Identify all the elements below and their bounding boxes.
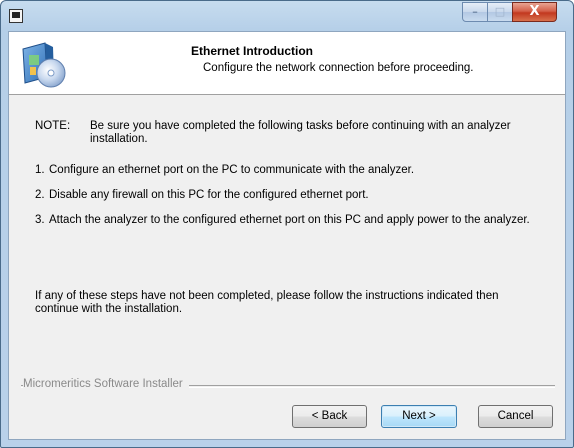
back-button[interactable]: < Back <box>292 405 367 428</box>
maximize-button: □ <box>487 2 513 22</box>
installer-window: – □ X Ethernet Introduction Configure th… <box>0 0 574 448</box>
step-number: 2. <box>35 189 45 201</box>
wizard-header: Ethernet Introduction Configure the netw… <box>9 32 565 95</box>
closing-text: If any of these steps have not been comp… <box>35 290 499 315</box>
page-title: Ethernet Introduction <box>191 44 313 58</box>
cancel-button[interactable]: Cancel <box>478 405 553 428</box>
wizard-body: NOTE: Be sure you have completed the fol… <box>9 94 565 384</box>
title-bar[interactable]: – □ X <box>1 1 573 31</box>
minimize-icon: – <box>472 5 478 18</box>
next-button[interactable]: Next > <box>381 405 457 428</box>
step-text: Configure an ethernet port on the PC to … <box>49 164 415 176</box>
minimize-button[interactable]: – <box>462 2 488 22</box>
close-icon: X <box>529 4 540 19</box>
step-number: 3. <box>35 214 45 226</box>
note-text: Be sure you have completed the following… <box>90 120 511 145</box>
step-text: Disable any firewall on this PC for the … <box>49 189 369 201</box>
close-button[interactable]: X <box>512 2 557 22</box>
installer-brand-label: Micromeritics Software Installer <box>23 378 189 390</box>
step-number: 1. <box>35 164 45 176</box>
maximize-icon: □ <box>494 5 506 18</box>
page-subtitle: Configure the network connection before … <box>203 62 474 74</box>
step-text: Attach the analyzer to the configured et… <box>49 214 530 226</box>
app-icon[interactable] <box>9 9 23 23</box>
installer-disc-box-icon <box>22 42 66 88</box>
note-label: NOTE: <box>35 120 71 132</box>
dialog-client-area: Ethernet Introduction Configure the netw… <box>8 31 566 440</box>
